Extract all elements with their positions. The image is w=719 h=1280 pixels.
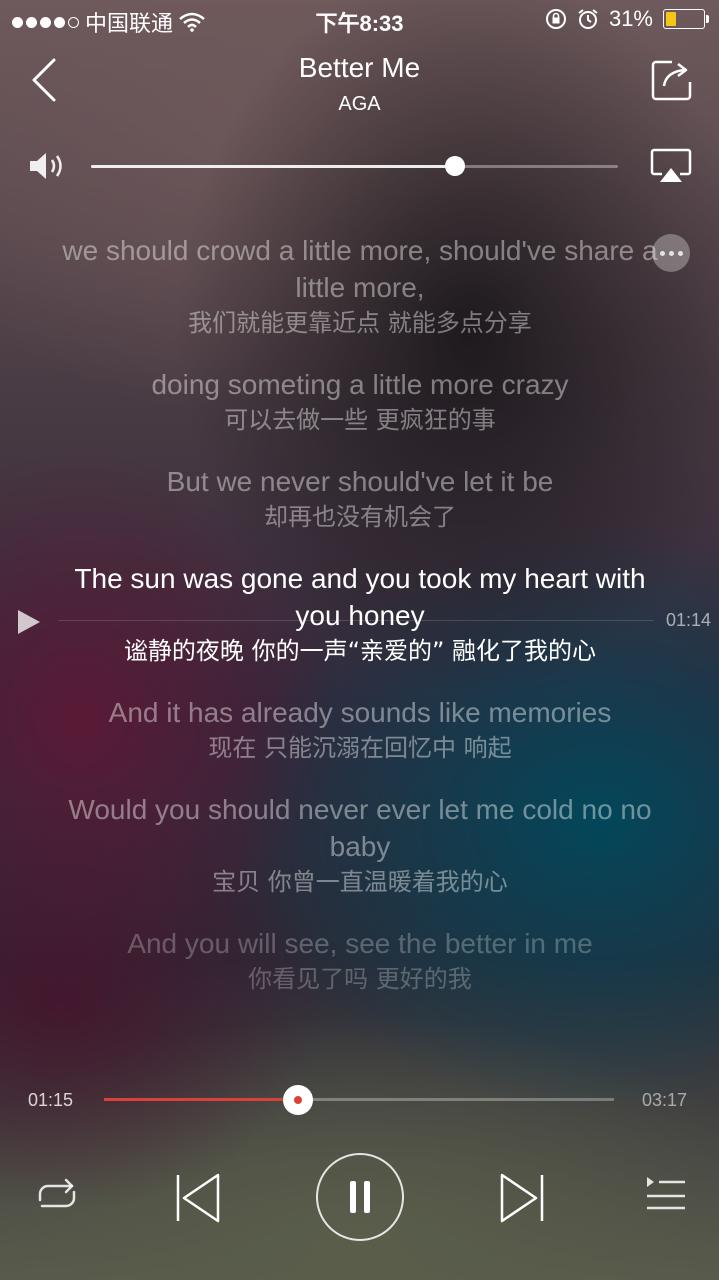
previous-icon [176,1173,220,1223]
volume-knob[interactable] [444,156,465,176]
share-icon [651,60,692,101]
lyric-chinese: 我们就能更靠近点 就能多点分享 [188,309,532,337]
progress-fill [104,1098,298,1101]
battery-icon [663,9,709,29]
lyric-english: we should crowd a little more, should've… [62,235,658,303]
lyrics-panel[interactable]: we should crowd a little more, should've… [60,232,660,1022]
lyric-line: we should crowd a little more, should've… [60,232,660,340]
repeat-icon [38,1178,76,1208]
current-lyric-line: The sun was gone and you took my heart w… [60,560,660,668]
lyric-english: And it has already sounds like memories [108,697,612,728]
repeat-button[interactable] [34,1176,80,1216]
lyric-english: The sun was gone and you took my heart w… [74,563,646,631]
lyric-line: doing someting a little more crazy 可以去做一… [60,366,660,437]
status-bar: 中国联通 下午8:33 31% [0,0,719,40]
volume-level [91,165,455,168]
play-icon [18,610,40,634]
battery-percent: 31% [608,6,653,31]
total-time: 03:17 [642,1090,688,1110]
orientation-lock-icon [545,9,566,29]
lyric-line: And you will see, see the better in me 你… [60,925,660,996]
speaker-icon [30,153,62,179]
progress-slider[interactable] [104,1085,614,1115]
artist-name: AGA [338,93,381,115]
lyric-chinese: 谧静的夜晚 你的一声“亲爱的” 融化了我的心 [123,637,597,665]
next-button[interactable] [498,1172,546,1224]
lyric-chinese: 你看见了吗 更好的我 [248,965,472,993]
lyric-chinese: 却再也没有机会了 [264,503,456,531]
airplay-icon [650,148,692,182]
lyric-line: And it has already sounds like memories … [60,694,660,765]
lyric-english: And you will see, see the better in me [127,928,593,959]
song-title: Better Me [298,52,421,83]
alarm-icon [578,9,598,29]
share-button[interactable] [650,58,694,102]
volume-slider[interactable] [91,156,618,176]
next-icon [500,1173,544,1223]
more-icon [659,250,665,256]
lyric-chinese: 可以去做一些 更疯狂的事 [224,406,496,434]
lyric-english: doing someting a little more crazy [151,369,569,400]
lyric-line: But we never should've let it be 却再也没有机会… [60,463,660,534]
lyric-seek-time: 01:14 [666,610,712,630]
previous-button[interactable] [174,1172,222,1224]
progress-knob[interactable] [282,1085,313,1115]
lyric-english: But we never should've let it be [166,466,554,497]
lyric-seek-line [58,620,654,621]
playlist-button[interactable] [643,1174,687,1218]
lyric-english: Would you should never ever let me cold … [68,794,652,862]
playlist-icon [647,1177,685,1210]
elapsed-time: 01:15 [28,1090,74,1110]
pause-button[interactable] [316,1153,404,1241]
play-from-lyric-button[interactable] [16,608,42,636]
lyric-chinese: 现在 只能沉溺在回忆中 响起 [208,734,512,762]
airplay-button[interactable] [650,148,692,184]
lyric-line: Would you should never ever let me cold … [60,791,660,899]
lyric-chinese: 宝贝 你曾一直温暖着我的心 [212,868,508,896]
pause-icon [350,1181,370,1213]
